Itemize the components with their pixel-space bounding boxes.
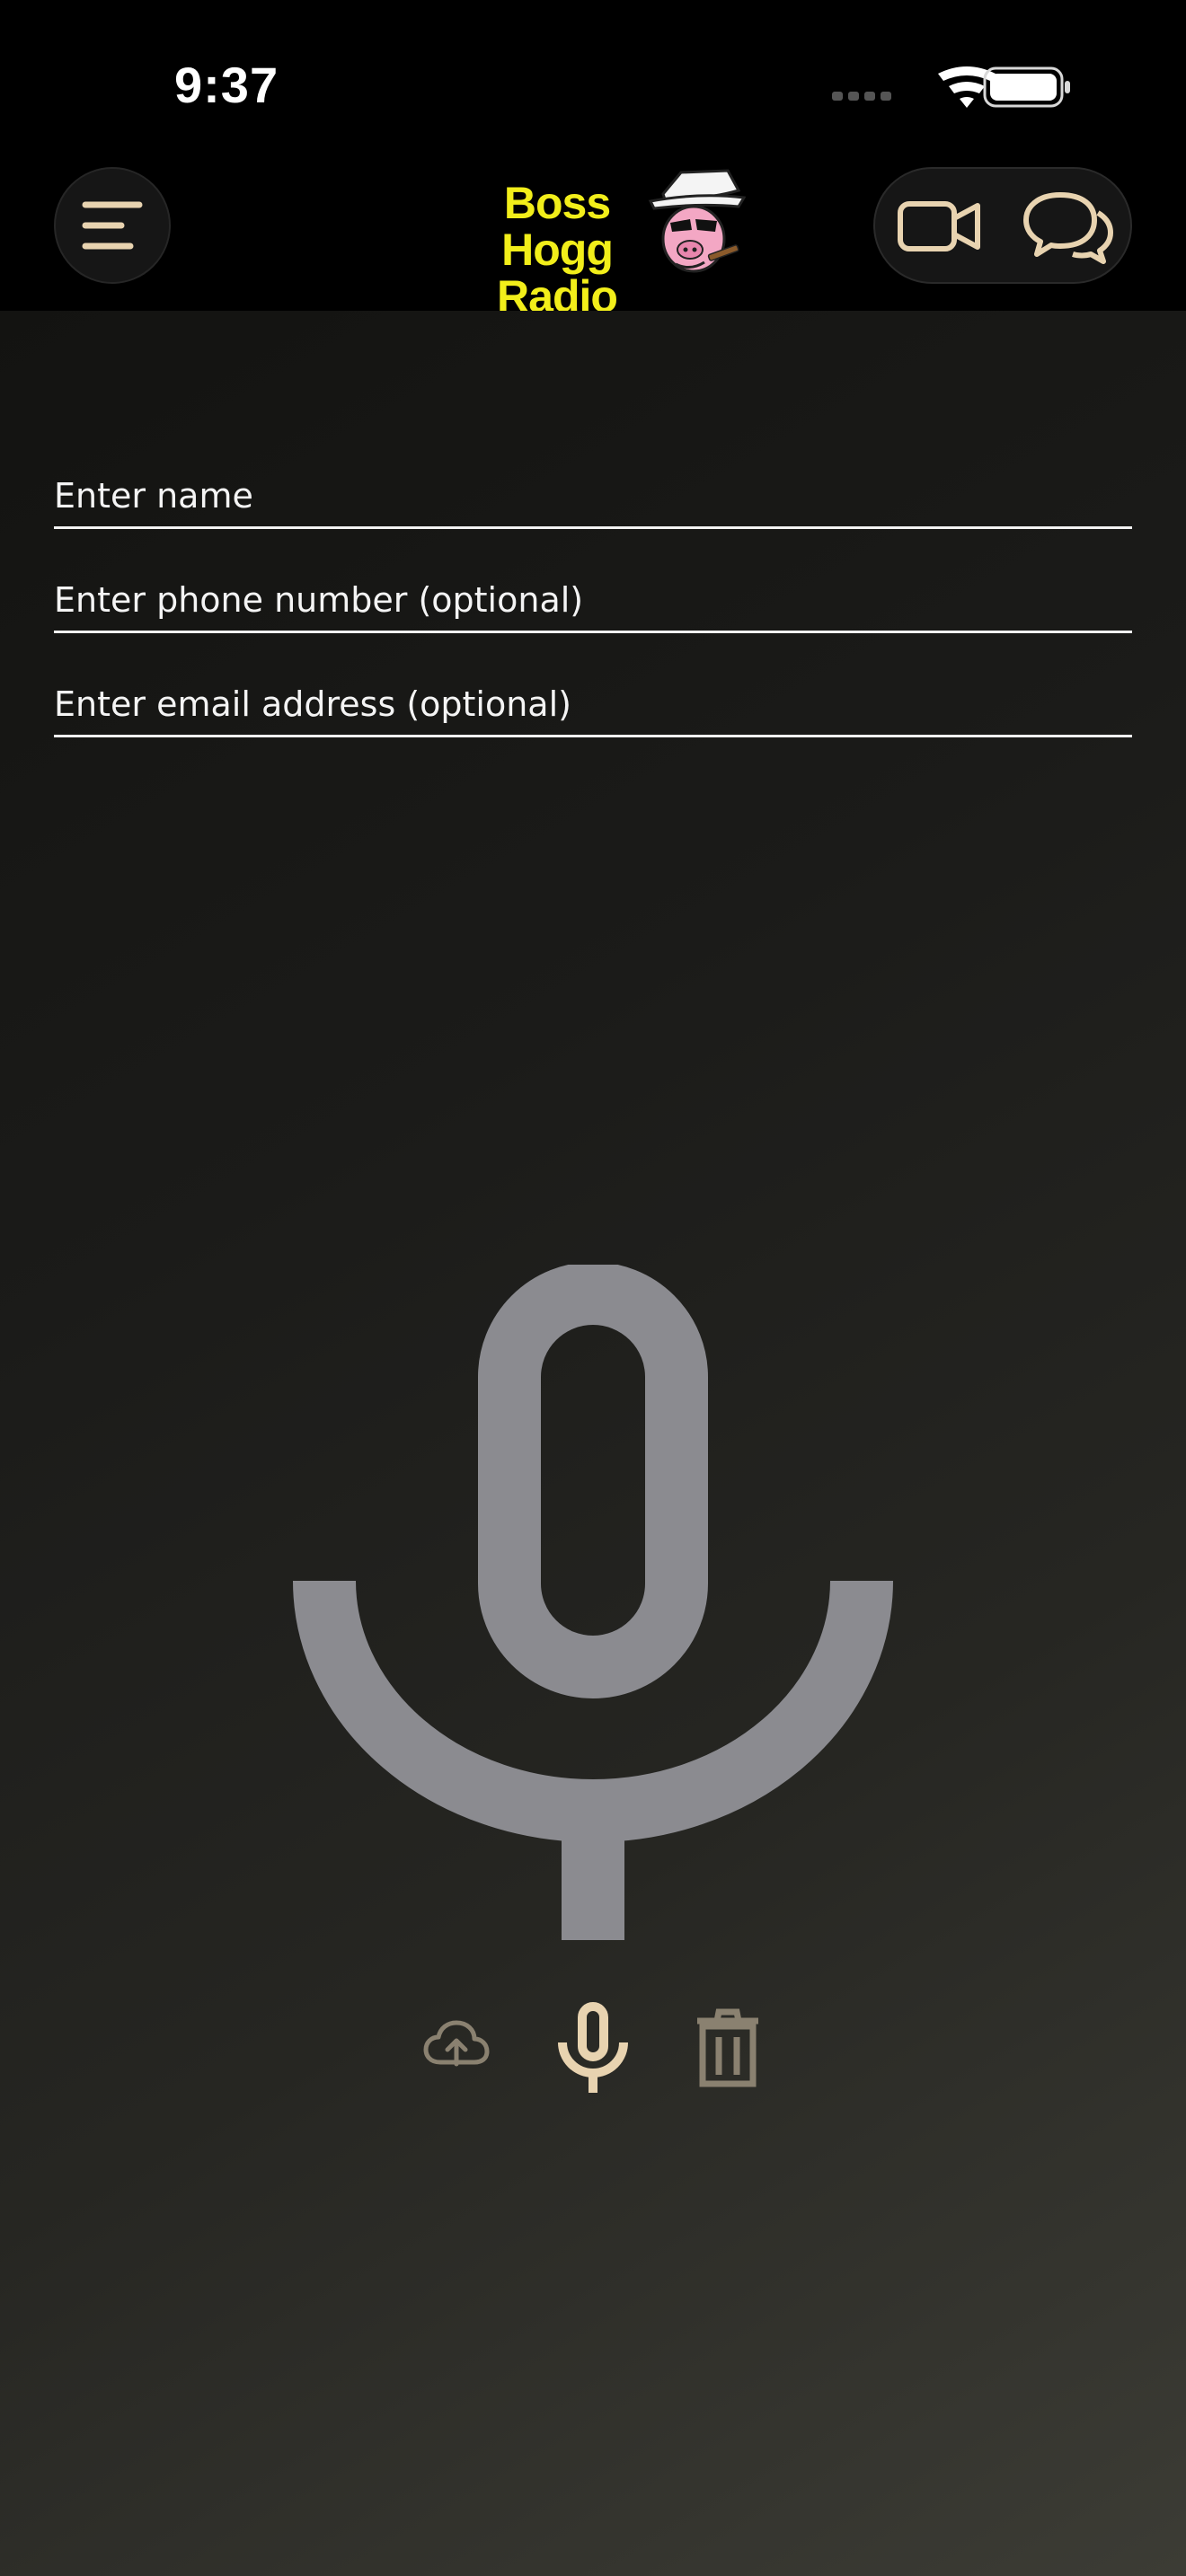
video-call-button[interactable] (890, 184, 988, 267)
menu-icon (82, 201, 143, 250)
email-field-container (54, 679, 1132, 737)
email-input[interactable] (54, 679, 1132, 729)
trash-icon (697, 2008, 758, 2087)
voice-message-screen: 9:37 Boss Hogg Radio Enter name Enter ph… (0, 0, 1186, 2576)
phone-field-container (54, 575, 1132, 633)
pig-mascot-icon (648, 169, 746, 273)
status-icons (832, 66, 1070, 108)
logo-line1: Boss Hogg (501, 178, 614, 275)
cloud-upload-icon (423, 2020, 490, 2067)
record-mic-icon (558, 2002, 628, 2093)
upload-button[interactable] (420, 2014, 492, 2077)
recorder-controls (413, 1994, 773, 2102)
header-actions (873, 167, 1132, 284)
name-field-container (54, 471, 1132, 529)
top-bar: 9:37 Boss Hogg Radio (0, 0, 1186, 320)
record-button[interactable] (557, 2001, 629, 2095)
cellular-icon (832, 92, 891, 101)
chat-button[interactable] (1019, 184, 1118, 267)
status-time: 9:37 (174, 57, 279, 113)
app-logo: Boss Hogg Radio (449, 167, 746, 320)
delete-button[interactable] (692, 2007, 764, 2091)
video-camera-icon (898, 201, 980, 251)
chat-bubbles-icon (1023, 192, 1113, 264)
name-input[interactable] (54, 471, 1132, 521)
battery-icon (983, 66, 1070, 108)
phone-input[interactable] (54, 575, 1132, 625)
logo-text: Boss Hogg Radio (449, 180, 665, 320)
microphone-icon (293, 1265, 893, 1940)
menu-button[interactable] (54, 167, 171, 284)
